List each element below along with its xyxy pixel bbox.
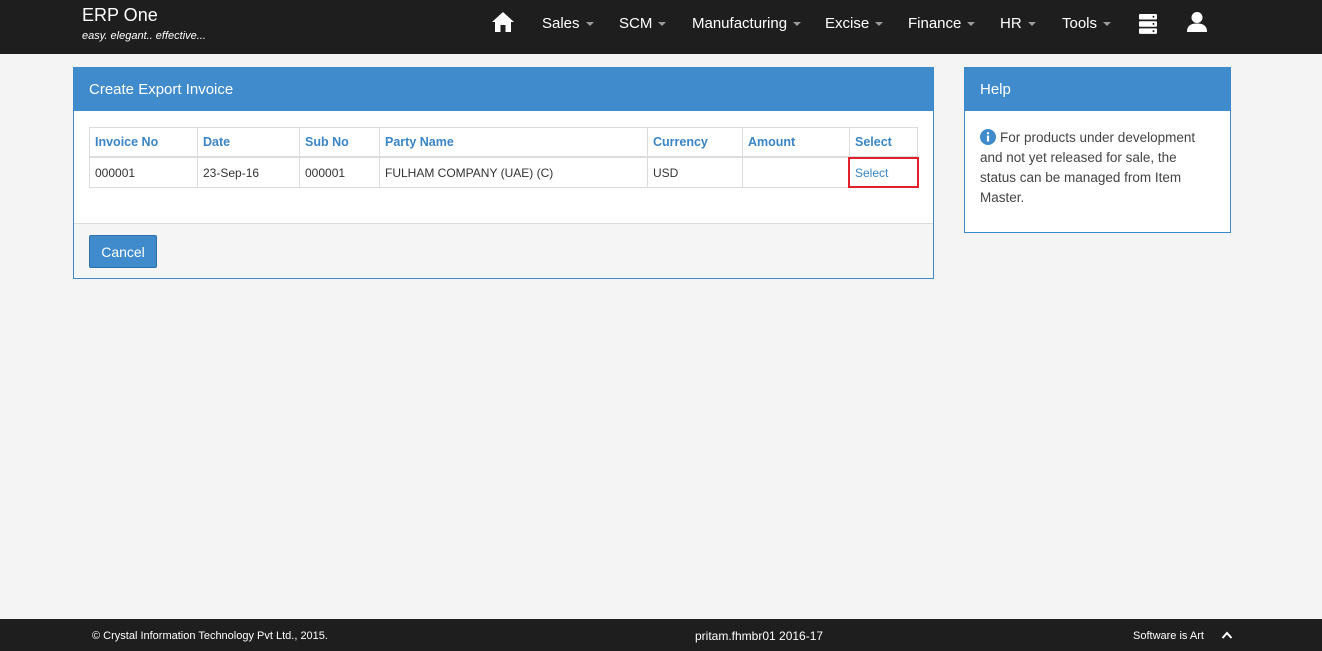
chevron-up-icon[interactable] xyxy=(1221,630,1233,640)
panel-footer: Cancel xyxy=(74,223,933,278)
cancel-button[interactable]: Cancel xyxy=(89,235,157,268)
invoice-table: Invoice No Date Sub No Party Name Curren… xyxy=(89,127,919,188)
help-body: For products under development and not y… xyxy=(965,111,1230,208)
panel-title: Create Export Invoice xyxy=(74,68,933,111)
column-header-select: Select xyxy=(849,127,918,158)
help-panel: Help For products under development and … xyxy=(964,67,1231,233)
nav-hr[interactable]: HR xyxy=(1000,16,1036,32)
brand[interactable]: ERP One easy. elegant.. effective... xyxy=(82,5,206,42)
chevron-down-icon xyxy=(793,22,802,27)
panel-body: Invoice No Date Sub No Party Name Curren… xyxy=(74,111,933,223)
nav-excise-label: Excise xyxy=(825,15,870,32)
nav-hr-label: HR xyxy=(1000,15,1022,32)
chevron-down-icon xyxy=(658,22,667,27)
brand-tagline: easy. elegant.. effective... xyxy=(82,30,206,42)
nav-manufacturing-label: Manufacturing xyxy=(692,15,788,32)
nav-finance[interactable]: Finance xyxy=(908,15,976,32)
footer: © Crystal Information Technology Pvt Ltd… xyxy=(0,619,1322,651)
table-row: 000001 23-Sep-16 000001 FULHAM COMPANY (… xyxy=(89,156,919,188)
cell-date: 23-Sep-16 xyxy=(197,156,300,188)
cell-party-name: FULHAM COMPANY (UAE) (C) xyxy=(379,156,648,188)
create-export-invoice-panel: Create Export Invoice Invoice No Date Su… xyxy=(73,67,934,279)
chevron-down-icon xyxy=(967,22,976,27)
chevron-down-icon xyxy=(1103,22,1112,27)
user-icon[interactable] xyxy=(1186,11,1208,33)
slogan-text: Software is Art xyxy=(1133,630,1204,642)
session-info: pritam.fhmbr01 2016-17 xyxy=(695,629,824,643)
nav-sales[interactable]: Sales xyxy=(542,16,594,32)
help-title: Help xyxy=(965,68,1230,111)
cell-select: Select xyxy=(848,156,919,188)
table-header-row: Invoice No Date Sub No Party Name Curren… xyxy=(89,127,918,158)
cell-currency: USD xyxy=(647,156,743,188)
chevron-down-icon xyxy=(875,22,884,27)
home-icon[interactable] xyxy=(491,11,515,33)
chevron-down-icon xyxy=(1027,22,1036,27)
column-header-sub-no: Sub No xyxy=(299,127,380,158)
brand-name: ERP One xyxy=(82,5,158,25)
cell-amount xyxy=(742,156,850,188)
column-header-currency: Currency xyxy=(647,127,743,158)
cell-invoice-no: 000001 xyxy=(89,156,198,188)
column-header-amount: Amount xyxy=(742,127,850,158)
chevron-down-icon xyxy=(585,22,594,27)
nav-scm[interactable]: SCM xyxy=(619,15,667,32)
nav-sales-label: Sales xyxy=(542,15,580,32)
database-icon[interactable] xyxy=(1138,13,1158,35)
copyright-text: © Crystal Information Technology Pvt Ltd… xyxy=(92,630,328,642)
column-header-date: Date xyxy=(197,127,300,158)
nav-tools[interactable]: Tools xyxy=(1062,15,1112,32)
nav-tools-label: Tools xyxy=(1062,15,1098,32)
column-header-invoice-no: Invoice No xyxy=(89,127,198,158)
help-text: For products under development and not y… xyxy=(980,130,1196,205)
cell-sub-no: 000001 xyxy=(299,156,380,188)
nav-manufacturing[interactable]: Manufacturing xyxy=(692,15,802,32)
select-link[interactable]: Select xyxy=(855,166,888,180)
nav-finance-label: Finance xyxy=(908,15,962,32)
nav-excise[interactable]: Excise xyxy=(825,15,884,32)
nav-scm-label: SCM xyxy=(619,15,653,32)
column-header-party-name: Party Name xyxy=(379,127,648,158)
top-navbar: ERP One easy. elegant.. effective... Sal… xyxy=(0,0,1322,54)
info-icon xyxy=(980,129,996,145)
